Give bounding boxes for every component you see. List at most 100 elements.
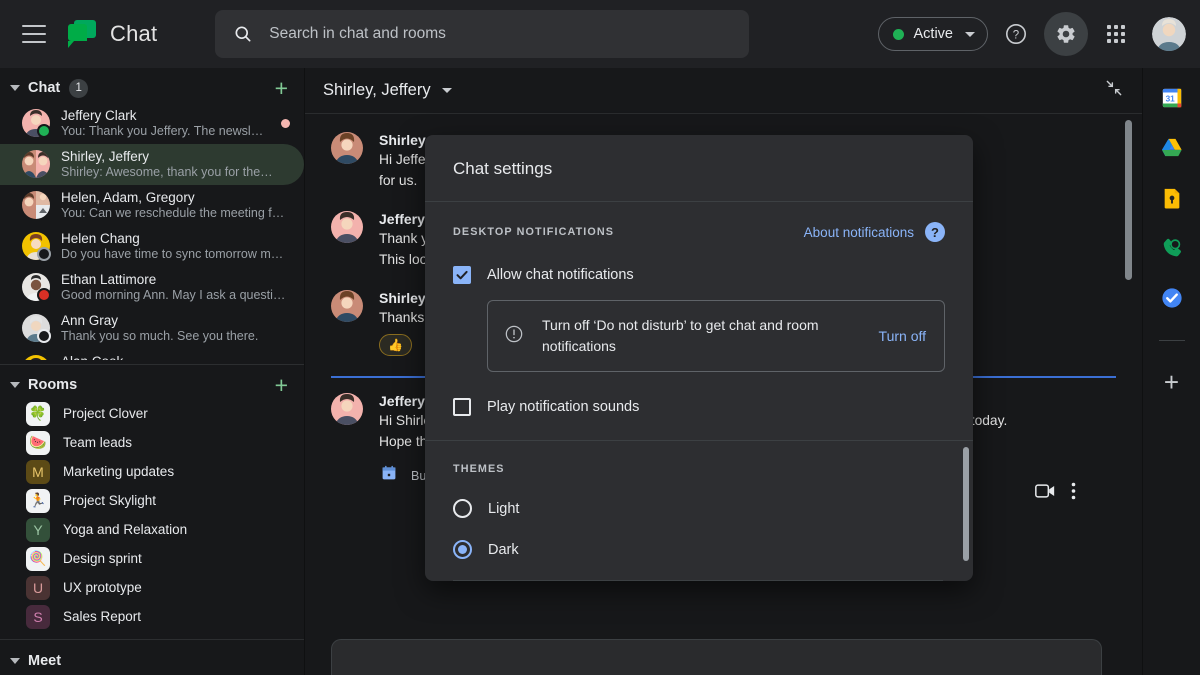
status-label: Active	[914, 26, 954, 42]
chat-section-header[interactable]: Chat 1 +	[0, 74, 304, 103]
status-pill[interactable]: Active	[878, 17, 989, 51]
apps-grid-icon	[1107, 25, 1125, 43]
room-avatar-icon: U	[26, 576, 50, 600]
info-circle-icon	[504, 324, 524, 349]
help-circle-icon[interactable]: ?	[925, 222, 945, 242]
turn-off-button[interactable]: Turn off	[879, 328, 926, 344]
avatar	[22, 273, 50, 301]
drive-icon[interactable]	[1160, 136, 1184, 160]
plus-icon[interactable]: +	[1164, 369, 1179, 395]
room-item[interactable]: 🍭 Design sprint	[0, 544, 304, 573]
message-reaction[interactable]: 👍	[379, 334, 412, 356]
triangle-down-icon[interactable]	[10, 382, 20, 388]
theme-option-light[interactable]: Light	[453, 499, 945, 518]
sidebar-divider	[0, 364, 304, 365]
message-composer[interactable]	[331, 639, 1102, 675]
chat-item-preview: Do you have time to sync tomorrow mori…	[61, 247, 290, 262]
room-item[interactable]: M Marketing updates	[0, 457, 304, 486]
help-button[interactable]: ?	[994, 12, 1038, 56]
rooms-section-title: Rooms	[28, 377, 77, 393]
chat-section-title: Chat	[28, 80, 60, 96]
desktop-notifications-section: DESKTOP NOTIFICATIONS About notification…	[425, 202, 973, 440]
room-item[interactable]: Y Yoga and Relaxation	[0, 515, 304, 544]
presence-clock-icon	[37, 329, 51, 343]
dialog-scrollbar[interactable]	[963, 447, 969, 561]
chat-list-item[interactable]: Alan Cook Good morning everybody.	[0, 349, 304, 360]
room-avatar-icon: M	[26, 460, 50, 484]
do-not-disturb-text: Turn off ‘Do not disturb’ to get chat an…	[542, 315, 861, 357]
chat-list-item-selected[interactable]: Shirley, Jeffery Shirley: Awesome, thank…	[0, 144, 304, 185]
section-label: DESKTOP NOTIFICATIONS	[453, 226, 614, 238]
voice-icon[interactable]	[1160, 236, 1184, 260]
chat-list-item[interactable]: Jeffery Clark You: Thank you Jeffery. Th…	[0, 103, 304, 144]
allow-notifications-row[interactable]: Allow chat notifications	[453, 266, 945, 284]
triangle-down-icon[interactable]	[10, 658, 20, 664]
avatar	[22, 355, 50, 360]
chat-list: Jeffery Clark You: Thank you Jeffery. Th…	[0, 103, 304, 360]
room-item[interactable]: U UX prototype	[0, 573, 304, 602]
play-sounds-row[interactable]: Play notification sounds	[453, 398, 945, 416]
meet-section-header[interactable]: Meet	[0, 646, 304, 675]
chevron-down-icon[interactable]	[442, 88, 452, 93]
light-theme-label: Light	[488, 501, 519, 517]
chat-item-name: Jeffery Clark	[61, 108, 264, 124]
dialog-bottom-divider	[453, 580, 943, 581]
more-vertical-icon[interactable]	[1071, 482, 1076, 505]
status-dot-icon	[893, 29, 904, 40]
chevron-down-icon[interactable]	[965, 32, 975, 37]
hamburger-icon[interactable]	[22, 25, 46, 43]
new-room-plus-icon[interactable]: +	[275, 374, 288, 397]
room-avatar-icon: S	[26, 605, 50, 629]
message-scrollbar[interactable]	[1125, 120, 1132, 280]
video-camera-icon[interactable]	[1035, 483, 1055, 504]
chat-list-item[interactable]: Ethan Lattimore Good morning Ann. May I …	[0, 267, 304, 308]
chat-list-item[interactable]: Helen, Adam, Gregory You: Can we resched…	[0, 185, 304, 226]
room-name: Marketing updates	[63, 464, 174, 479]
allow-notifications-label: Allow chat notifications	[487, 267, 634, 283]
room-item[interactable]: S Sales Report	[0, 602, 304, 631]
calendar-icon	[381, 465, 397, 486]
about-notifications[interactable]: About notifications ?	[804, 222, 945, 242]
about-notifications-link[interactable]: About notifications	[804, 225, 914, 240]
avatar[interactable]	[1152, 17, 1186, 51]
rooms-section-header[interactable]: Rooms +	[0, 371, 304, 400]
avatar	[331, 290, 363, 322]
calendar-icon[interactable]: 31	[1160, 86, 1184, 110]
light-theme-radio[interactable]	[453, 499, 472, 518]
play-sounds-checkbox[interactable]	[453, 398, 471, 416]
new-chat-plus-icon[interactable]: +	[275, 77, 288, 100]
search-input[interactable]	[269, 25, 731, 43]
gear-icon	[1055, 23, 1077, 45]
search-icon	[233, 24, 253, 44]
avatar	[331, 211, 363, 243]
avatar	[331, 393, 363, 425]
brand: Chat	[68, 20, 157, 48]
room-item[interactable]: 🍀 Project Clover	[0, 399, 304, 428]
tasks-icon[interactable]	[1160, 286, 1184, 310]
chat-item-preview: You: Can we reschedule the meeting for…	[61, 206, 290, 221]
room-item[interactable]: 🍉 Team leads	[0, 428, 304, 457]
chat-item-name: Ethan Lattimore	[61, 272, 290, 288]
room-item[interactable]: 🏃 Project Skylight	[0, 486, 304, 515]
themes-section: THEMES Light Dark	[425, 441, 973, 581]
search-box[interactable]	[215, 10, 749, 58]
keep-icon[interactable]	[1160, 186, 1184, 210]
theme-option-dark[interactable]: Dark	[453, 540, 945, 559]
apps-button[interactable]	[1094, 12, 1138, 56]
chat-list-item[interactable]: Ann Gray Thank you so much. See you ther…	[0, 308, 304, 349]
left-sidebar: Chat 1 + Je	[0, 68, 305, 675]
dark-theme-radio[interactable]	[453, 540, 472, 559]
unread-indicator	[281, 119, 290, 128]
collapse-arrows-icon[interactable]	[1104, 78, 1124, 103]
message-actions	[1035, 482, 1076, 505]
chat-item-texts: Alan Cook Good morning everybody.	[61, 354, 290, 360]
room-name: Sales Report	[63, 609, 141, 624]
allow-notifications-checkbox[interactable]	[453, 266, 471, 284]
chat-list-item[interactable]: Helen Chang Do you have time to sync tom…	[0, 226, 304, 267]
rail-divider	[1159, 340, 1185, 341]
triangle-down-icon[interactable]	[10, 85, 20, 91]
presence-online-icon	[37, 124, 51, 138]
avatar-group	[22, 150, 50, 178]
settings-button[interactable]	[1044, 12, 1088, 56]
room-avatar-icon: 🍭	[26, 547, 50, 571]
